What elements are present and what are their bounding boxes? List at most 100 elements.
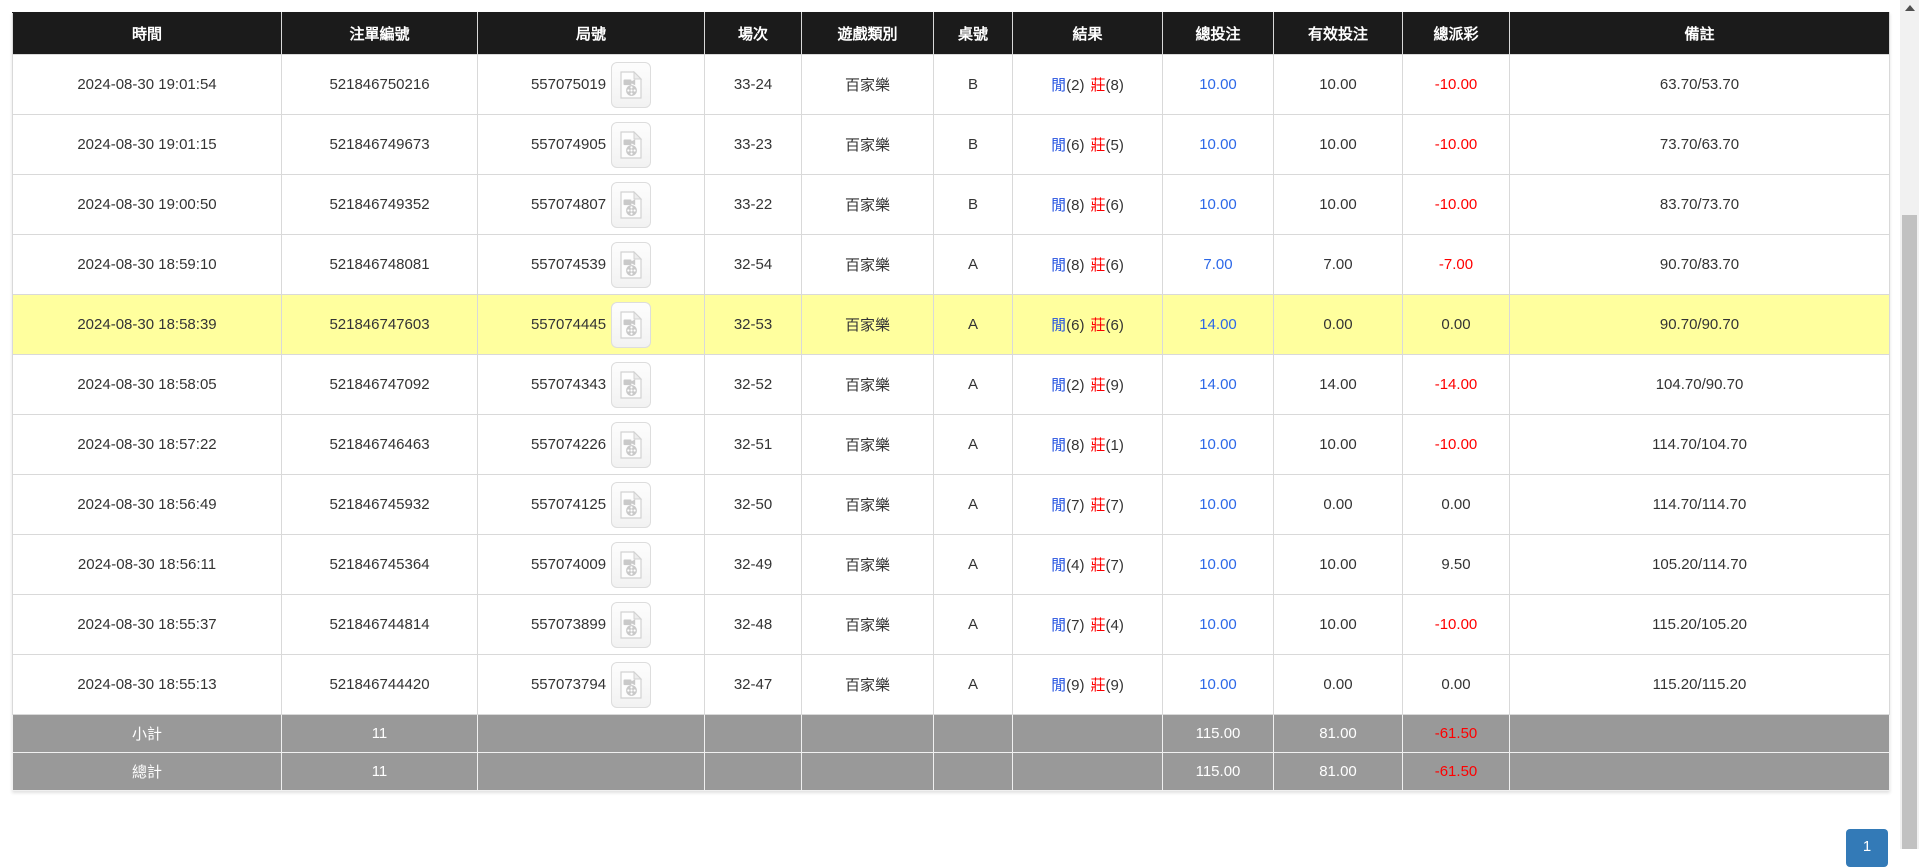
- cell-session: 33-22: [704, 174, 802, 235]
- cell-table-no: A: [933, 234, 1013, 295]
- bet-history-panel: 時間 注單編號 局號 場次 遊戲類別 桌號 結果 總投注 有效投注 總派彩 備註 2024-08-3…: [12, 12, 1890, 791]
- result-banker-score: (6): [1105, 317, 1124, 334]
- cell-result: 閒(8) 莊(6): [1012, 234, 1163, 295]
- result-banker-label: 莊: [1090, 77, 1106, 94]
- cell-round: 557074539: [477, 234, 705, 295]
- cell-time: 2024-08-30 19:00:50: [12, 174, 282, 235]
- video-file-icon: [620, 250, 643, 279]
- vertical-scrollbar[interactable]: [1900, 0, 1919, 849]
- video-replay-button[interactable]: [611, 181, 652, 228]
- cell-bet-id: 521846744814: [281, 594, 478, 655]
- video-replay-button[interactable]: [611, 421, 652, 468]
- cell-table-no: A: [933, 294, 1013, 355]
- result-player-score: (2): [1066, 377, 1085, 394]
- scrollbar-thumb[interactable]: [1902, 215, 1917, 849]
- video-replay-button[interactable]: [611, 601, 652, 648]
- video-replay-button[interactable]: [611, 301, 652, 348]
- result-player-score: (6): [1066, 137, 1085, 154]
- cell-bet-id: 521846748081: [281, 234, 478, 295]
- video-file-icon: [620, 430, 643, 459]
- result-banker-score: (5): [1105, 137, 1124, 154]
- round-number: 557074125: [530, 496, 607, 513]
- cell-valid-bet: 10.00: [1273, 174, 1403, 235]
- result-player-label: 閒: [1051, 617, 1067, 634]
- cell-result: 閒(2) 莊(8): [1012, 54, 1163, 115]
- cell-bet-id: 521846749352: [281, 174, 478, 235]
- cell-valid-bet: 10.00: [1273, 534, 1403, 595]
- result-banker-label: 莊: [1090, 377, 1106, 394]
- cell-bet-id: 521846750216: [281, 54, 478, 115]
- video-replay-button[interactable]: [611, 361, 652, 408]
- cell-total-bet: 14.00: [1162, 354, 1274, 415]
- result-player-label: 閒: [1051, 557, 1067, 574]
- table-row: 2024-08-30 18:59:10 521846748081 557074539…: [12, 234, 1890, 295]
- cell-total-bet: 10.00: [1162, 534, 1274, 595]
- result-banker-score: (8): [1105, 77, 1124, 94]
- result-banker-score: (9): [1105, 377, 1124, 394]
- cell-result: 閒(2) 莊(9): [1012, 354, 1163, 415]
- summary-count: 11: [281, 752, 478, 791]
- video-file-icon: [620, 550, 643, 579]
- cell-round: 557074226: [477, 414, 705, 475]
- video-replay-button[interactable]: [611, 481, 652, 528]
- cell-total-bet: 10.00: [1162, 114, 1274, 175]
- cell-session: 32-50: [704, 474, 802, 535]
- cell-total-payout: -10.00: [1402, 174, 1510, 235]
- cell-time: 2024-08-30 19:01:54: [12, 54, 282, 115]
- result-player-score: (9): [1066, 677, 1085, 694]
- video-replay-button[interactable]: [611, 661, 652, 708]
- cell-remark: 73.70/63.70: [1509, 114, 1890, 175]
- column-header-time: 時間: [12, 12, 282, 55]
- cell-remark: 90.70/83.70: [1509, 234, 1890, 295]
- scrollbar-up-arrow-icon[interactable]: [1900, 0, 1919, 16]
- cell-valid-bet: 0.00: [1273, 654, 1403, 715]
- result-banker-score: (6): [1105, 197, 1124, 214]
- cell-round: 557074445: [477, 294, 705, 355]
- round-number: 557074009: [530, 556, 607, 573]
- result-banker-score: (9): [1105, 677, 1124, 694]
- cell-session: 32-53: [704, 294, 802, 355]
- table-row: 2024-08-30 19:00:50 521846749352 557074807…: [12, 174, 1890, 235]
- round-number: 557073794: [530, 676, 607, 693]
- cell-round: 557074905: [477, 114, 705, 175]
- cell-result: 閒(6) 莊(5): [1012, 114, 1163, 175]
- column-header-session: 場次: [704, 12, 802, 55]
- video-replay-button[interactable]: [611, 541, 652, 588]
- summary-valid-bet: 81.00: [1273, 752, 1403, 791]
- cell-remark: 114.70/104.70: [1509, 414, 1890, 475]
- result-banker-score: (4): [1105, 617, 1124, 634]
- video-replay-button[interactable]: [611, 241, 652, 288]
- cell-round: 557074009: [477, 534, 705, 595]
- result-player-label: 閒: [1051, 197, 1067, 214]
- cell-total-payout: 0.00: [1402, 294, 1510, 355]
- round-number: 557075019: [530, 76, 607, 93]
- cell-time: 2024-08-30 18:55:13: [12, 654, 282, 715]
- cell-bet-id: 521846745932: [281, 474, 478, 535]
- video-replay-button[interactable]: [611, 121, 652, 168]
- cell-time: 2024-08-30 18:58:39: [12, 294, 282, 355]
- cell-game-type: 百家樂: [801, 114, 934, 175]
- result-player-label: 閒: [1051, 377, 1067, 394]
- summary-empty-remark: [1509, 752, 1890, 791]
- cell-total-payout: -10.00: [1402, 114, 1510, 175]
- cell-round: 557073899: [477, 594, 705, 655]
- cell-remark: 105.20/114.70: [1509, 534, 1890, 595]
- result-player-label: 閒: [1051, 77, 1067, 94]
- cell-total-payout: -10.00: [1402, 54, 1510, 115]
- cell-total-bet: 10.00: [1162, 654, 1274, 715]
- cell-bet-id: 521846745364: [281, 534, 478, 595]
- summary-total-bet: 115.00: [1162, 752, 1274, 791]
- pagination-page-1-button[interactable]: 1: [1846, 829, 1888, 867]
- video-file-icon: [620, 610, 643, 639]
- cell-game-type: 百家樂: [801, 234, 934, 295]
- cell-total-payout: 0.00: [1402, 654, 1510, 715]
- cell-session: 32-48: [704, 594, 802, 655]
- cell-valid-bet: 10.00: [1273, 54, 1403, 115]
- column-header-game_type: 遊戲類別: [801, 12, 934, 55]
- cell-game-type: 百家樂: [801, 594, 934, 655]
- cell-table-no: A: [933, 534, 1013, 595]
- cell-valid-bet: 10.00: [1273, 114, 1403, 175]
- video-replay-button[interactable]: [611, 61, 652, 108]
- cell-remark: 104.70/90.70: [1509, 354, 1890, 415]
- table-row: 2024-08-30 18:58:05 521846747092 557074343…: [12, 354, 1890, 415]
